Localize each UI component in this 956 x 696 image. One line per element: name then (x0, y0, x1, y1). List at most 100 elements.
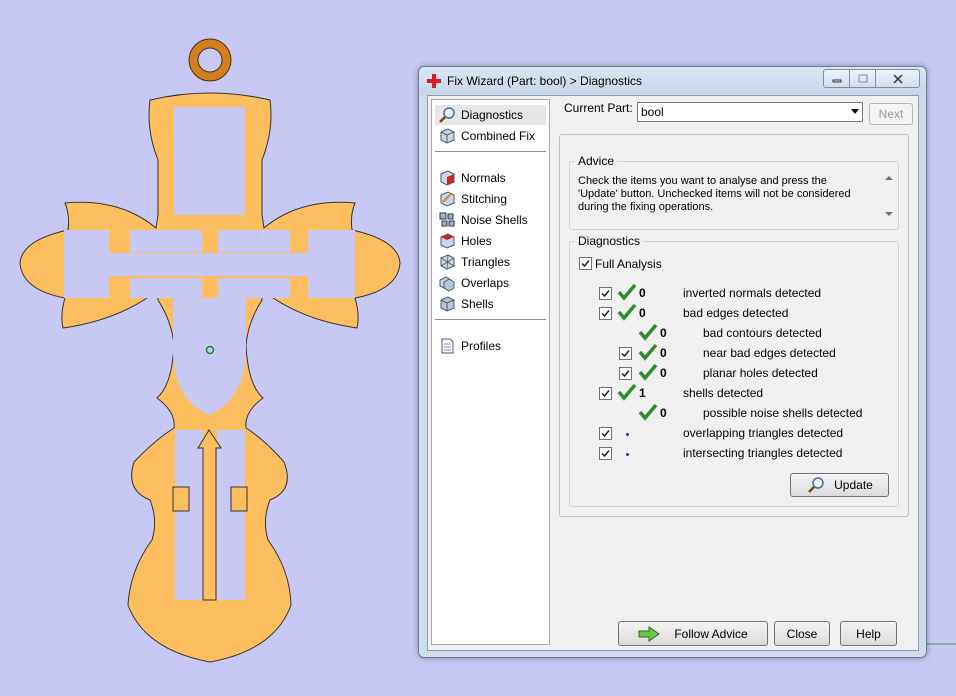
checkmark-icon (601, 390, 610, 398)
title-bar[interactable]: Fix Wizard (Part: bool) > Diagnostics (419, 67, 926, 95)
full-analysis-checkbox[interactable] (579, 257, 592, 270)
close-button[interactable]: Close (774, 621, 830, 646)
nav-label: Stitching (461, 192, 508, 206)
nav-label: Normals (461, 171, 506, 185)
green-check-icon (617, 383, 637, 401)
bad-edges-label: bad edges detected (683, 306, 789, 320)
checkmark-icon (601, 310, 610, 318)
diagnostics-title: Diagnostics (575, 234, 644, 248)
nav-label: Triangles (461, 255, 510, 269)
scroll-up-icon[interactable] (885, 176, 893, 180)
follow-advice-button[interactable]: Follow Advice (618, 621, 768, 646)
close-window-button[interactable] (876, 69, 920, 88)
shells-icon (440, 296, 455, 312)
checkmark-icon (601, 290, 610, 298)
window-title: Fix Wizard (Part: bool) > Diagnostics (447, 74, 643, 88)
nav-label: Holes (461, 234, 492, 248)
nav-label: Diagnostics (461, 108, 524, 122)
magnifier-icon (439, 107, 455, 123)
shells-label: shells detected (683, 386, 764, 400)
nav-item-shells[interactable]: Shells (435, 294, 546, 314)
nav-label: Noise Shells (461, 213, 528, 227)
update-label: Update (834, 478, 873, 492)
near-bad-edges-count: 0 (660, 346, 667, 360)
bad-edges-count: 0 (639, 306, 646, 320)
nav-item-holes[interactable]: Holes (435, 231, 546, 251)
overlapping-triangles-checkbox[interactable] (599, 427, 612, 440)
triangles-icon (440, 254, 455, 270)
document-icon (441, 338, 454, 354)
nav-label: Shells (461, 297, 494, 311)
checkmark-icon (601, 450, 610, 458)
intersecting-triangles-checkbox[interactable] (599, 447, 612, 460)
green-check-icon (638, 343, 658, 361)
checkmark-icon (581, 260, 590, 268)
advice-text: Check the items you want to analyse and … (578, 175, 851, 213)
fix-wizard-window: Fix Wizard (Part: bool) > Diagnostics Di… (418, 66, 927, 658)
bad-contours-count: 0 (660, 326, 667, 340)
next-button[interactable]: Next (869, 103, 913, 125)
nav-label: Profiles (461, 339, 502, 353)
nav-divider (435, 151, 546, 152)
current-part-label: Current Part: (564, 101, 633, 115)
planar-holes-checkbox[interactable] (619, 367, 632, 380)
nav-item-triangles[interactable]: Triangles (435, 252, 546, 272)
green-check-icon (617, 283, 637, 301)
nav-item-diagnostics[interactable]: Diagnostics (435, 105, 546, 125)
bad-contours-label: bad contours detected (703, 326, 822, 340)
advice-title: Advice (575, 154, 618, 168)
holes-icon (440, 233, 455, 249)
help-button[interactable]: Help (840, 621, 897, 646)
follow-advice-label: Follow Advice (674, 626, 748, 641)
nav-item-profiles[interactable]: Profiles (435, 336, 546, 356)
scroll-down-icon[interactable] (885, 212, 893, 216)
full-analysis-label: Full Analysis (595, 257, 662, 271)
noise-shells-count: 0 (660, 406, 667, 420)
pending-dot-icon (626, 433, 629, 436)
diagnostics-group: Diagnostics Full Analysis 0 inverted nor… (569, 234, 899, 507)
shells-checkbox[interactable] (599, 387, 612, 400)
checkmark-icon (601, 430, 610, 438)
minimize-button[interactable] (823, 69, 850, 88)
close-icon (892, 73, 903, 84)
minimize-icon (832, 79, 841, 82)
near-bad-edges-label: near bad edges detected (703, 346, 836, 360)
checkmark-icon (621, 370, 630, 378)
inverted-normals-count: 0 (639, 286, 646, 300)
shells-count: 1 (639, 386, 646, 400)
inverted-normals-label: inverted normals detected (683, 286, 822, 300)
update-button[interactable]: Update (790, 473, 889, 497)
planar-holes-label: planar holes detected (703, 366, 818, 380)
inverted-normals-checkbox[interactable] (599, 287, 612, 300)
nav-item-combined-fix[interactable]: Combined Fix (435, 126, 546, 146)
diagnostics-panel: Advice Check the items you want to analy… (559, 134, 909, 517)
maximize-button[interactable] (850, 69, 876, 88)
nav-divider (435, 319, 546, 320)
pending-dot-icon (626, 453, 629, 456)
near-bad-edges-checkbox[interactable] (619, 347, 632, 360)
overlapping-triangles-label: overlapping triangles detected (683, 426, 844, 440)
intersecting-triangles-label: intersecting triangles detected (683, 446, 843, 460)
bad-edges-checkbox[interactable] (599, 307, 612, 320)
nav-item-normals[interactable]: Normals (435, 168, 546, 188)
overlaps-icon (439, 276, 455, 292)
current-part-select[interactable]: bool (637, 102, 863, 122)
nav-item-overlaps[interactable]: Overlaps (435, 273, 546, 293)
cube-icon (440, 128, 455, 144)
nav-label: Overlaps (461, 276, 510, 290)
checkmark-icon (621, 350, 630, 358)
nav-item-stitching[interactable]: Stitching (435, 189, 546, 209)
window-client: Diagnostics Combined Fix Normals Stitchi… (427, 95, 919, 651)
magnifier-icon (808, 477, 824, 493)
advice-group: Advice Check the items you want to analy… (569, 154, 899, 230)
green-check-icon (617, 303, 637, 321)
advice-scrollbar[interactable] (882, 172, 896, 220)
stitching-icon (440, 191, 455, 207)
noise-shells-icon (439, 212, 455, 227)
red-cross-icon (427, 74, 441, 88)
nav-label: Combined Fix (461, 129, 536, 143)
chevron-down-icon (851, 109, 859, 114)
green-check-icon (638, 323, 658, 341)
nav-item-noise-shells[interactable]: Noise Shells (435, 210, 546, 230)
green-check-icon (638, 403, 658, 421)
